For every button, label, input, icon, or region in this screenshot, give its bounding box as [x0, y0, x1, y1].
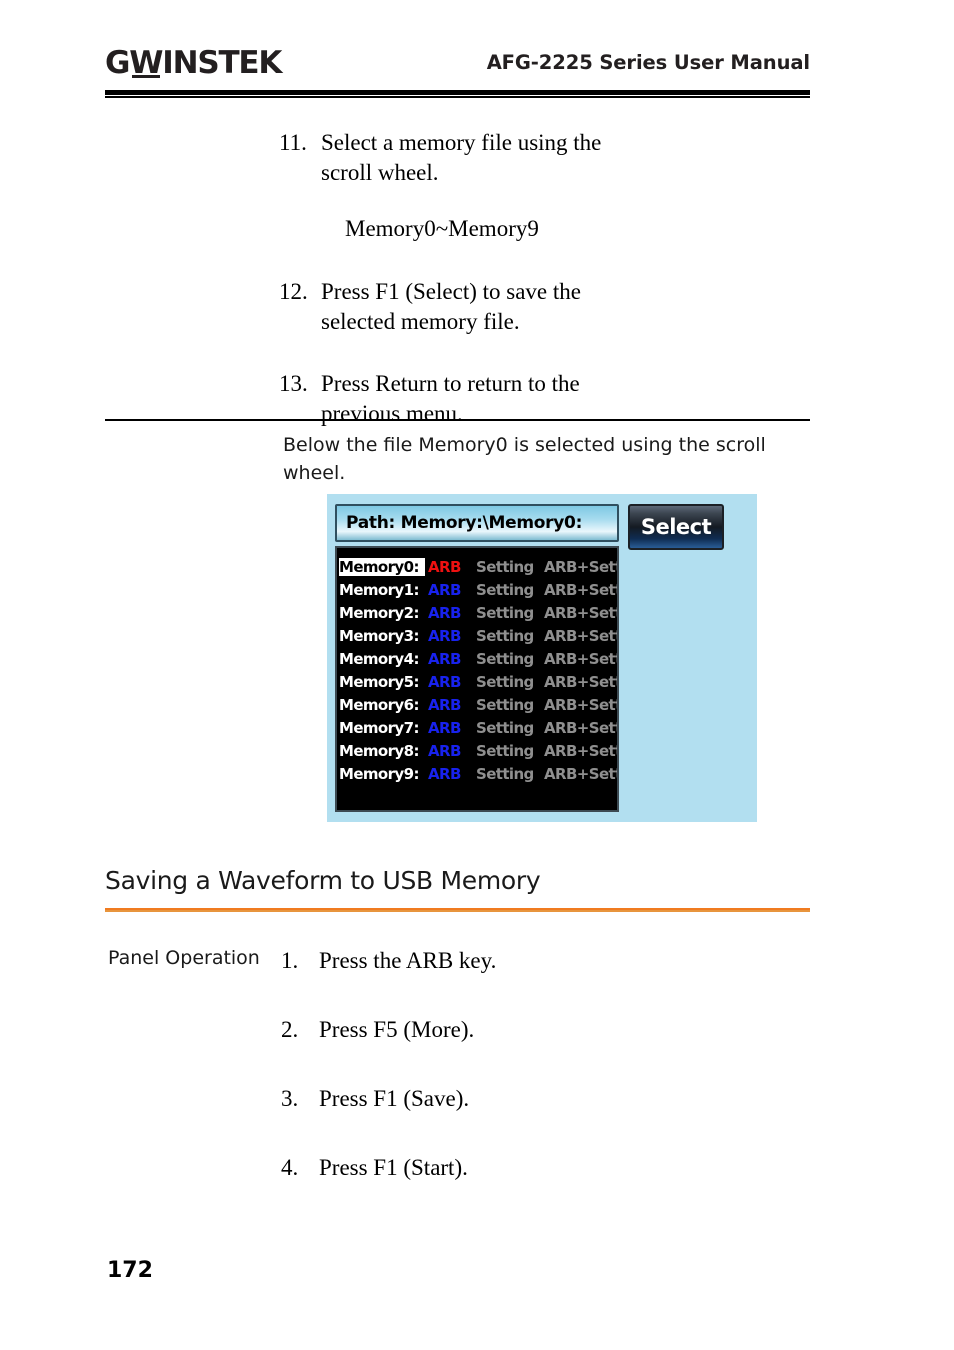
memory-file-row[interactable]: Memory1: ARB Setting ARB+Setting — [337, 581, 617, 604]
memory-file-name: Memory5: — [339, 673, 419, 691]
memory-file-arb-setting: ARB+Setting — [544, 765, 617, 783]
memory-file-setting: Setting — [476, 558, 534, 576]
memory-file-arb-setting: ARB+Setting — [544, 650, 617, 668]
op-number: 4. — [281, 1155, 299, 1180]
memory-file-row[interactable]: Memory7: ARB Setting ARB+Setting — [337, 719, 617, 742]
memory-file-row[interactable]: Memory3: ARB Setting ARB+Setting — [337, 627, 617, 650]
memory-file-arb-setting: ARB+Setting — [544, 673, 617, 691]
op-text: Press F1 (Save). — [319, 1086, 470, 1111]
op-row: 3. Press F1 (Save). SaveF1 — [105, 1084, 810, 1153]
steps-section-divider — [105, 419, 810, 421]
logo-g: G — [105, 45, 130, 81]
op-row: 4. Press F1 (Start). StartF1 — [105, 1153, 810, 1222]
memory-file-setting: Setting — [476, 696, 534, 714]
memory-file-name: Memory2: — [339, 604, 419, 622]
memory-file-arb-setting: ARB+Setting — [544, 604, 617, 622]
memory-file-setting: Setting — [476, 673, 534, 691]
step-aside — [626, 128, 810, 158]
memory-file-arb-setting: ARB+Setting — [544, 742, 617, 760]
page-section-heading: Saving a Waveform to USB Memory — [105, 866, 541, 895]
step-text: Press F1 (Select) to save the selected m… — [321, 279, 581, 334]
logo-instek: INSTEK — [162, 45, 282, 81]
memory-file-setting: Setting — [476, 650, 534, 668]
memory-file-name: Memory1: — [339, 581, 419, 599]
memory-file-arb-setting: ARB+Setting — [544, 719, 617, 737]
memory-file-arb: ARB — [428, 650, 461, 668]
step-number: 13. — [279, 371, 308, 396]
memory-file-arb: ARB — [428, 627, 461, 645]
memory-file-row[interactable]: Memory4: ARB Setting ARB+Setting — [337, 650, 617, 673]
memory-file-setting: Setting — [476, 627, 534, 645]
gw-instek-logo: GWINSTEK — [105, 45, 282, 81]
memory-file-setting: Setting — [476, 719, 534, 737]
lcd-select-button[interactable]: Select — [628, 504, 724, 550]
memory-file-arb: ARB — [428, 765, 461, 783]
step-number: 11. — [279, 130, 307, 155]
steps-list: 11. Select a memory file using the scrol… — [105, 128, 810, 429]
panel-operation-steps: 1. Press the ARB key. ARB 2. Press F5 (M… — [105, 943, 810, 1222]
memory-file-setting: Setting — [476, 765, 534, 783]
manual-title: AFG-2225 Series User Manual — [486, 51, 810, 74]
step-aside: SelectF1 — [626, 277, 810, 307]
memory-file-name: Memory8: — [339, 742, 419, 760]
logo-w: W — [129, 45, 163, 81]
memory-file-name: Memory0: — [339, 558, 425, 576]
page-number: 172 — [107, 1258, 153, 1283]
step-row: 12. Press F1 (Select) to save the select… — [105, 277, 810, 337]
memory-file-row[interactable]: Memory8: ARB Setting ARB+Setting — [337, 742, 617, 765]
memory-file-setting: Setting — [476, 742, 534, 760]
below-file-note: Below the file Memory0 is selected using… — [283, 434, 766, 484]
memory-file-row[interactable]: Memory0:ARB Setting ARB+Setting — [337, 558, 617, 581]
memory-file-name: Memory4: — [339, 650, 419, 668]
memory-range-note: Memory0~Memory9 — [345, 216, 539, 241]
memory-file-arb: ARB — [428, 696, 461, 714]
lcd-path-bar: Path: Memory:\Memory0: — [335, 504, 619, 542]
memory-file-name: Memory3: — [339, 627, 419, 645]
op-text: Press the ARB key. — [319, 948, 497, 973]
op-number: 3. — [281, 1086, 299, 1111]
step-text: Select a memory file using the scroll wh… — [321, 130, 602, 185]
op-text: Press F1 (Start). — [319, 1155, 468, 1180]
op-text: Press F5 (More). — [319, 1017, 475, 1042]
memory-file-row[interactable]: Memory6: ARB Setting ARB+Setting — [337, 696, 617, 719]
op-number: 1. — [281, 948, 299, 973]
memory-file-arb: ARB — [428, 719, 461, 737]
step-number: 12. — [279, 279, 308, 304]
header-divider-rule — [105, 90, 810, 98]
op-row: 2. Press F5 (More). MoreF5 — [105, 1015, 810, 1084]
memory-file-setting: Setting — [476, 581, 534, 599]
memory-file-arb: ARB — [428, 742, 461, 760]
memory-file-setting: Setting — [476, 604, 534, 622]
lcd-screen-figure: Path: Memory:\Memory0: Select Memory0: AR… — [327, 494, 757, 822]
memory-file-arb-setting: ARB+Setting — [544, 581, 617, 599]
memory-file-arb: ARB — [428, 673, 461, 691]
memory-file-arb-setting: ARB+Setting — [544, 696, 617, 714]
memory-file-row[interactable]: Memory2: ARB Setting ARB+Setting — [337, 604, 617, 627]
memory-file-arb-setting: ARB+Setting — [544, 627, 617, 645]
op-row: 1. Press the ARB key. ARB — [105, 946, 810, 1015]
memory-file-name: Memory9: — [339, 765, 419, 783]
memory-file-arb: ARB — [428, 604, 461, 622]
memory-file-row[interactable]: Memory5: ARB Setting ARB+Setting — [337, 673, 617, 696]
memory-file-arb: ARB — [428, 581, 461, 599]
memory-file-arb-setting: ARB+Setting — [544, 558, 617, 576]
step-aside: Return — [626, 369, 810, 399]
memory-file-name: Memory7: — [339, 719, 419, 737]
memory-file-row[interactable]: Memory9: ARB Setting ARB+Setting — [337, 765, 617, 788]
section-heading-rule — [105, 908, 810, 912]
memory-file-list[interactable]: Memory0:ARBSettingARB+SettingMemory1:ARB… — [335, 546, 619, 812]
memory-file-name: Memory6: — [339, 696, 419, 714]
step-row: 11. Select a memory file using the scrol… — [105, 128, 810, 188]
op-number: 2. — [281, 1017, 299, 1042]
memory-file-arb: ARB — [428, 558, 461, 576]
